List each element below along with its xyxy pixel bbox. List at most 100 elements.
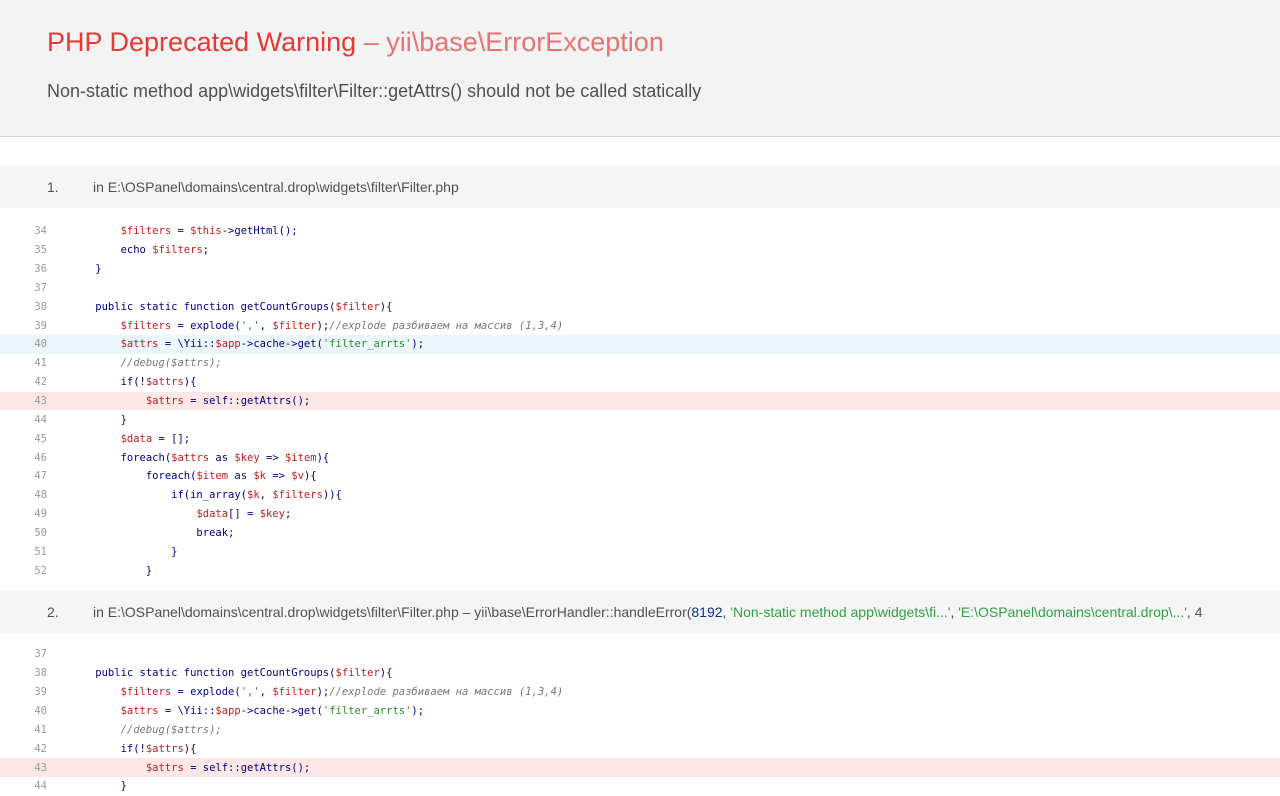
error-message: Non-static method app\widgets\filter\Fil… — [47, 81, 702, 101]
code-line: 40 $attrs = \Yii::$app->cache->get('filt… — [0, 702, 1280, 721]
error-title: PHP Deprecated Warning – yii\base\ErrorE… — [47, 0, 1233, 59]
code-line: 43 $attrs = self::getAttrs(); — [0, 758, 1280, 777]
arg-separator: , 4 — [1186, 603, 1203, 620]
line-number: 41 — [34, 723, 47, 736]
line-number: 42 — [34, 742, 47, 755]
line-number: 39 — [34, 686, 47, 699]
line-code: foreach($attrs as $key => $item){ — [70, 451, 330, 464]
code-line: 51 } — [0, 542, 1280, 561]
line-code: $attrs = \Yii::$app->cache->get('filter_… — [120, 338, 425, 351]
line-number: 49 — [34, 508, 47, 521]
line-number: 38 — [34, 667, 47, 680]
line-code: } — [70, 564, 153, 577]
call-file-path: in E:\OSPanel\domains\central.drop\widge… — [93, 603, 692, 620]
line-code: $attrs = self::getAttrs(); — [145, 395, 311, 408]
code-line: 44 } — [0, 410, 1280, 429]
line-code: $filters = explode(',', $filter);//explo… — [120, 686, 564, 699]
code-line: 48 if(in_array($k, $filters)){ — [0, 486, 1280, 505]
code-line: 50 break; — [0, 524, 1280, 543]
call-info: in E:\OSPanel\domains\central.drop\widge… — [93, 604, 1203, 620]
line-code: foreach($item as $k => $v){ — [70, 470, 317, 483]
line-number: 48 — [34, 489, 47, 502]
line-number: 47 — [34, 470, 47, 483]
line-number: 40 — [34, 338, 47, 351]
code-line: 40 $attrs = \Yii::$app->cache->get('filt… — [0, 335, 1280, 354]
line-number: 43 — [34, 395, 47, 408]
code-line: 42 if(!$attrs){ — [0, 739, 1280, 758]
line-code: break; — [70, 526, 235, 539]
code-line: 37 — [0, 645, 1280, 664]
call-stack: 1. in E:\OSPanel\domains\central.drop\wi… — [0, 137, 1280, 796]
call-arg-message: 'Non-static method app\widgets\fi...' — [730, 603, 951, 620]
title-separator: – — [363, 27, 379, 57]
line-code: } — [70, 545, 178, 558]
line-code: public static function getCountGroups($f… — [70, 300, 393, 313]
code-line: 37 — [0, 279, 1280, 298]
code-snippet-1: 34 $filters = $this->getHtml(); 35 echo $… — [0, 208, 1280, 590]
line-number: 45 — [34, 432, 47, 445]
line-number: 35 — [34, 244, 47, 257]
line-number: 36 — [34, 263, 47, 276]
exception-class: yii\base\ErrorException — [386, 27, 664, 57]
code-line: 43 $attrs = self::getAttrs(); — [0, 391, 1280, 411]
line-number: 44 — [34, 413, 47, 426]
line-code: //debug($attrs); — [120, 723, 222, 736]
code-snippet-2: 37 38 public static function getCountGrou… — [0, 633, 1280, 796]
line-code: $data[] = $key; — [196, 508, 292, 521]
line-number: 39 — [34, 319, 47, 332]
line-code: echo $filters; — [70, 244, 210, 257]
code-line: 41 //debug($attrs); — [0, 354, 1280, 373]
call-header-1[interactable]: 1. in E:\OSPanel\domains\central.drop\wi… — [0, 165, 1280, 208]
line-number: 34 — [34, 225, 47, 238]
line-code: } — [70, 780, 127, 793]
line-number: 38 — [34, 300, 47, 313]
line-number: 50 — [34, 526, 47, 539]
code-line: 38 public static function getCountGroups… — [0, 664, 1280, 683]
line-code: public static function getCountGroups($f… — [70, 667, 393, 680]
line-number: 52 — [34, 564, 47, 577]
line-code: //debug($attrs); — [120, 357, 222, 370]
code-line: 39 $filters = explode(',', $filter);//ex… — [0, 683, 1280, 702]
line-number: 44 — [34, 780, 47, 793]
code-line: 45 $data = []; — [0, 429, 1280, 448]
line-code: } — [70, 263, 102, 276]
line-code: if(!$attrs){ — [70, 376, 197, 389]
line-code: $attrs = self::getAttrs(); — [145, 761, 311, 774]
line-code: if(!$attrs){ — [70, 742, 197, 755]
call-number: 1. — [47, 178, 59, 195]
line-number: 51 — [34, 545, 47, 558]
code-line: 35 echo $filters; — [0, 241, 1280, 260]
error-header: PHP Deprecated Warning – yii\base\ErrorE… — [0, 0, 1280, 137]
line-code: } — [70, 413, 127, 426]
code-line: 44 } — [0, 777, 1280, 796]
line-code: $filters = $this->getHtml(); — [120, 225, 298, 238]
code-line: 47 foreach($item as $k => $v){ — [0, 467, 1280, 486]
line-number: 41 — [34, 357, 47, 370]
line-code: $attrs = \Yii::$app->cache->get('filter_… — [120, 704, 425, 717]
code-line: 36 } — [0, 260, 1280, 279]
code-line: 46 foreach($attrs as $key => $item){ — [0, 448, 1280, 467]
line-code: $filters = explode(',', $filter);//explo… — [120, 319, 564, 332]
code-line: 34 $filters = $this->getHtml(); — [0, 222, 1280, 241]
line-number: 46 — [34, 451, 47, 464]
line-number: 40 — [34, 704, 47, 717]
line-number: 42 — [34, 376, 47, 389]
line-number: 43 — [34, 761, 47, 774]
call-stack-item-1[interactable]: 1. in E:\OSPanel\domains\central.drop\wi… — [0, 165, 1280, 590]
call-header-2[interactable]: 2. in E:\OSPanel\domains\central.drop\wi… — [0, 590, 1280, 634]
call-arg-errno: 8192 — [691, 603, 723, 620]
code-line: 38 public static function getCountGroups… — [0, 297, 1280, 316]
code-line: 41 //debug($attrs); — [0, 720, 1280, 739]
line-code: $data = []; — [120, 432, 191, 445]
line-number: 37 — [34, 648, 47, 661]
code-line: 49 $data[] = $key; — [0, 505, 1280, 524]
code-line: 39 $filters = explode(',', $filter);//ex… — [0, 316, 1280, 335]
line-code: if(in_array($k, $filters)){ — [70, 489, 342, 502]
call-arg-file: 'E:\OSPanel\domains\central.drop\...' — [958, 603, 1187, 620]
line-number: 37 — [34, 281, 47, 294]
call-file-path: in E:\OSPanel\domains\central.drop\widge… — [93, 178, 459, 195]
error-type: PHP Deprecated Warning — [47, 27, 357, 57]
call-stack-item-2[interactable]: 2. in E:\OSPanel\domains\central.drop\wi… — [0, 590, 1280, 796]
code-line: 52 } — [0, 561, 1280, 580]
call-number: 2. — [47, 603, 59, 620]
